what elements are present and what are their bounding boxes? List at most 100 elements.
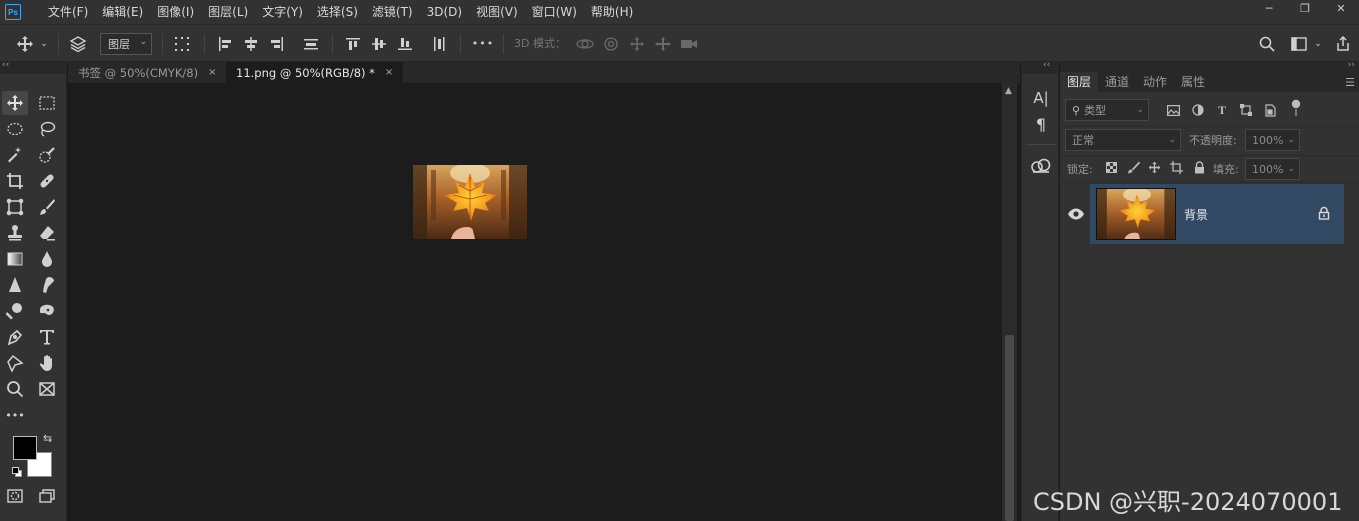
tab-properties[interactable]: 属性 (1174, 72, 1212, 92)
tab-actions[interactable]: 动作 (1136, 72, 1174, 92)
blur-tool-icon[interactable] (34, 247, 60, 271)
marquee-tool-icon[interactable] (34, 91, 60, 115)
panel-collapse-bar[interactable]: ›› (1060, 60, 1359, 72)
fill-field[interactable]: 100% ⌄ (1245, 158, 1300, 180)
close-icon[interactable]: × (385, 67, 393, 78)
filter-shape-layer-icon[interactable] (1238, 102, 1254, 118)
sponge-tool-icon[interactable] (34, 299, 60, 323)
filter-type-layer-icon[interactable]: T (1214, 102, 1230, 118)
align-top-icon[interactable] (342, 25, 364, 62)
blend-mode-dropdown[interactable]: 正常 ⌄ (1065, 129, 1181, 151)
menu-edit[interactable]: 编辑(E) (95, 0, 150, 25)
screen-mode-icon[interactable] (34, 484, 60, 508)
auto-select-target-dropdown[interactable]: 图层 ⌄ (100, 33, 152, 55)
eraser-tool-icon[interactable] (34, 221, 60, 245)
scroll-up-icon[interactable]: ▲ (1005, 86, 1012, 96)
type-tool-icon[interactable] (34, 325, 60, 349)
preset-chevron-icon[interactable]: ⌄ (38, 25, 50, 62)
distribute-vertical-icon[interactable] (428, 25, 450, 62)
transform-controls-icon[interactable] (170, 25, 194, 62)
panel-menu-icon[interactable]: ☰ (1345, 76, 1355, 89)
brush-tool-icon[interactable] (34, 195, 60, 219)
pen-tool-icon[interactable] (2, 325, 28, 349)
tab-layers[interactable]: 图层 (1060, 72, 1099, 92)
tab-channels[interactable]: 通道 (1098, 72, 1136, 92)
edit-toolbar-icon[interactable]: ••• (2, 403, 28, 427)
layer-filter-kind-dropdown[interactable]: ⚲ 类型 ⌄ (1065, 99, 1149, 121)
swap-colors-icon[interactable]: ⇆ (43, 432, 52, 445)
layer-row-background[interactable]: 背景 (1090, 184, 1344, 244)
dock-collapse-bar[interactable]: ‹‹ (1021, 60, 1059, 74)
align-vcenter-icon[interactable] (368, 25, 390, 62)
healing-brush-icon[interactable] (34, 169, 60, 193)
paragraph-panel-button[interactable]: ¶ (1029, 112, 1053, 136)
sharpen-tool-icon[interactable] (2, 273, 28, 297)
default-colors-icon[interactable] (12, 467, 22, 477)
layer-name[interactable]: 背景 (1184, 206, 1208, 223)
more-options-button[interactable]: ••• (472, 25, 494, 62)
lock-position-icon[interactable] (1146, 159, 1162, 175)
collapse-arrows-icon[interactable]: ‹‹ (2, 60, 9, 70)
character-panel-button[interactable]: A| (1029, 86, 1053, 110)
foreground-color-swatch[interactable] (13, 436, 37, 460)
lock-image-pixels-icon[interactable] (1125, 159, 1141, 175)
collapse-arrows-icon[interactable]: ‹‹ (1043, 60, 1050, 70)
lock-all-icon[interactable] (1191, 159, 1207, 175)
menu-layer[interactable]: 图层(L) (201, 0, 255, 25)
align-hcenter-icon[interactable] (240, 25, 262, 62)
dodge-tool-icon[interactable] (2, 299, 28, 323)
search-icon[interactable] (1256, 25, 1278, 62)
move-tool-preset-icon[interactable] (12, 25, 38, 62)
photoshop-logo[interactable]: Ps (5, 4, 21, 20)
menu-image[interactable]: 图像(I) (150, 0, 201, 25)
close-button[interactable]: ✕ (1323, 0, 1359, 17)
gradient-tool-icon[interactable] (2, 247, 28, 271)
frame-tool-icon[interactable] (2, 195, 28, 219)
zoom-tool-icon[interactable] (2, 377, 28, 401)
tab-bookmark-doc[interactable]: 书签 @ 50%(CMYK/8) × (68, 62, 226, 83)
crop-tool-icon[interactable] (2, 169, 28, 193)
filter-smart-object-icon[interactable] (1262, 102, 1278, 118)
menu-type[interactable]: 文字(Y) (255, 0, 310, 25)
opacity-field[interactable]: 100% ⌄ (1245, 129, 1300, 151)
menu-select[interactable]: 选择(S) (310, 0, 365, 25)
lock-transparent-pixels-icon[interactable] (1103, 159, 1119, 175)
vertical-scrollbar[interactable]: ▲ (1002, 83, 1017, 521)
scrollbar-thumb[interactable] (1005, 335, 1014, 521)
filter-toggle-icon[interactable] (1288, 99, 1304, 116)
minimize-button[interactable]: ─ (1251, 0, 1287, 17)
collapse-arrows-icon[interactable]: ›› (1348, 60, 1355, 70)
lock-artboard-icon[interactable] (1168, 159, 1184, 175)
align-bottom-icon[interactable] (394, 25, 416, 62)
magic-wand-icon[interactable] (2, 143, 28, 167)
document-canvas[interactable] (68, 83, 1002, 521)
tab-11-png[interactable]: 11.png @ 50%(RGB/8) * × (226, 62, 404, 83)
toolbar-collapse-bar[interactable]: ‹‹ (0, 60, 67, 74)
filter-pixel-layer-icon[interactable] (1165, 102, 1181, 118)
layer-lock-icon[interactable] (1318, 206, 1330, 220)
clone-stamp-icon[interactable] (2, 221, 28, 245)
workspace-icon[interactable] (1288, 25, 1310, 62)
menu-3d[interactable]: 3D(D) (420, 0, 469, 25)
move-tool-icon[interactable] (2, 91, 28, 115)
share-icon[interactable] (1332, 25, 1354, 62)
menu-window[interactable]: 窗口(W) (525, 0, 584, 25)
menu-view[interactable]: 视图(V) (469, 0, 525, 25)
slice-tool-icon[interactable] (34, 377, 60, 401)
quick-selection-icon[interactable] (34, 143, 60, 167)
hand-tool-icon[interactable] (34, 351, 60, 375)
layer-visibility-eye-icon[interactable] (1066, 206, 1086, 222)
path-selection-icon[interactable] (2, 351, 28, 375)
creative-cloud-libraries-icon[interactable] (1029, 154, 1053, 178)
lasso-tool-icon[interactable] (34, 117, 60, 141)
layers-stack-icon[interactable] (66, 25, 90, 62)
menu-help[interactable]: 帮助(H) (584, 0, 640, 25)
close-icon[interactable]: × (208, 67, 216, 78)
align-right-icon[interactable] (266, 25, 288, 62)
elliptical-marquee-icon[interactable] (2, 117, 28, 141)
menu-file[interactable]: 文件(F) (41, 0, 95, 25)
filter-adjustment-layer-icon[interactable] (1190, 102, 1206, 118)
align-left-icon[interactable] (214, 25, 236, 62)
menu-filter[interactable]: 滤镜(T) (365, 0, 420, 25)
workspace-chevron-icon[interactable]: ⌄ (1312, 25, 1324, 62)
